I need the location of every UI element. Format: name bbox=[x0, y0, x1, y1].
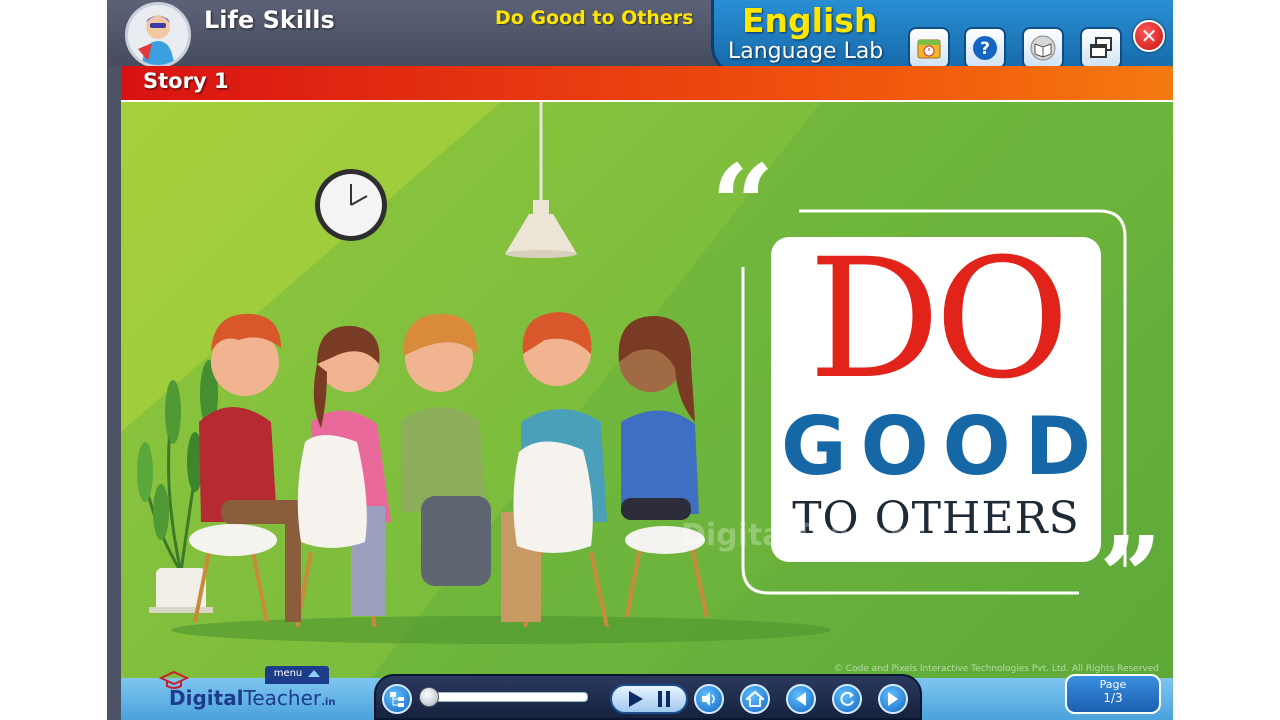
media-player bbox=[374, 674, 922, 720]
poster-good-letter: D bbox=[1024, 400, 1091, 493]
pause-icon[interactable] bbox=[654, 689, 674, 709]
question-icon: ? bbox=[973, 36, 997, 60]
poster-good-letter: O bbox=[860, 400, 929, 493]
bottom-bar: DigitalTeacher.in menu Page 1/3 bbox=[121, 666, 1173, 720]
page-label: Page bbox=[1099, 678, 1127, 691]
seek-handle[interactable] bbox=[419, 687, 439, 707]
replay-icon bbox=[840, 691, 854, 706]
poster-do: DO bbox=[808, 223, 1070, 415]
story-bar: Story 1 bbox=[121, 66, 1173, 102]
watermark: DigitalTeacher.in bbox=[681, 518, 944, 553]
copyright-text: © Code and Pixels Interactive Technologi… bbox=[833, 664, 1159, 674]
sitemap-button[interactable] bbox=[382, 684, 412, 714]
logo-digital: Digital bbox=[169, 686, 244, 710]
next-icon bbox=[888, 692, 898, 706]
page-indicator: Page 1/3 bbox=[1065, 674, 1161, 714]
mascot-avatar bbox=[125, 2, 191, 68]
fullscreen-button[interactable] bbox=[1080, 27, 1122, 69]
menu-button[interactable]: menu bbox=[265, 666, 329, 684]
poster-good-letter: O bbox=[942, 400, 1011, 493]
poster-card: DO G O O D TO OTHERS bbox=[771, 237, 1101, 562]
previous-icon bbox=[796, 692, 806, 706]
wall-clock-icon bbox=[315, 169, 387, 241]
book-icon bbox=[1030, 35, 1056, 61]
clock-book-icon bbox=[917, 39, 941, 59]
app-window: Life Skills Do Good to Others English La… bbox=[107, 0, 1173, 720]
top-bar: Life Skills Do Good to Others English La… bbox=[107, 0, 1173, 76]
brand-panel: English Language Lab ? bbox=[711, 0, 1173, 76]
watermark-suffix: .in bbox=[924, 533, 945, 549]
volume-icon bbox=[702, 692, 715, 706]
home-icon bbox=[746, 690, 764, 707]
seek-bar[interactable] bbox=[419, 687, 588, 707]
close-quote-mark: ” bbox=[1099, 512, 1163, 641]
digital-teacher-logo: DigitalTeacher.in bbox=[155, 670, 336, 718]
poster-good: G O O D bbox=[781, 407, 1091, 487]
play-pause-control bbox=[610, 684, 688, 714]
story-label: Story 1 bbox=[143, 69, 229, 93]
menu-label: menu bbox=[273, 668, 303, 679]
page-number: 1/3 bbox=[1103, 691, 1123, 705]
play-icon[interactable] bbox=[625, 689, 645, 709]
poster-good-letter: G bbox=[781, 400, 847, 493]
open-quote-mark: “ bbox=[711, 140, 775, 269]
replay-button[interactable] bbox=[832, 684, 862, 714]
volume-button[interactable] bbox=[694, 684, 724, 714]
glossary-button[interactable] bbox=[1022, 27, 1064, 69]
logo-teacher: Teacher bbox=[243, 686, 322, 710]
windows-icon bbox=[1090, 37, 1112, 58]
help-button[interactable]: ? bbox=[964, 27, 1006, 69]
close-icon: ✕ bbox=[1140, 24, 1158, 48]
sitemap-icon bbox=[390, 692, 404, 707]
topic-title: Do Good to Others bbox=[495, 7, 694, 29]
story-scene: “ ” DO G O O D TO OTHERS DigitalTeacher.… bbox=[121, 102, 1173, 678]
app-title: Life Skills bbox=[204, 6, 335, 34]
brand-language-lab: Language Lab bbox=[728, 39, 884, 64]
logo-suffix: .in bbox=[321, 697, 336, 708]
next-button[interactable] bbox=[878, 684, 908, 714]
index-button[interactable] bbox=[908, 27, 950, 69]
watermark-text: DigitalTeacher bbox=[681, 518, 925, 553]
chevron-up-icon bbox=[308, 669, 321, 677]
home-button[interactable] bbox=[740, 684, 770, 714]
brand-english: English bbox=[742, 1, 878, 40]
close-button[interactable]: ✕ bbox=[1133, 20, 1165, 52]
svg-text:?: ? bbox=[980, 39, 990, 59]
previous-button[interactable] bbox=[786, 684, 816, 714]
